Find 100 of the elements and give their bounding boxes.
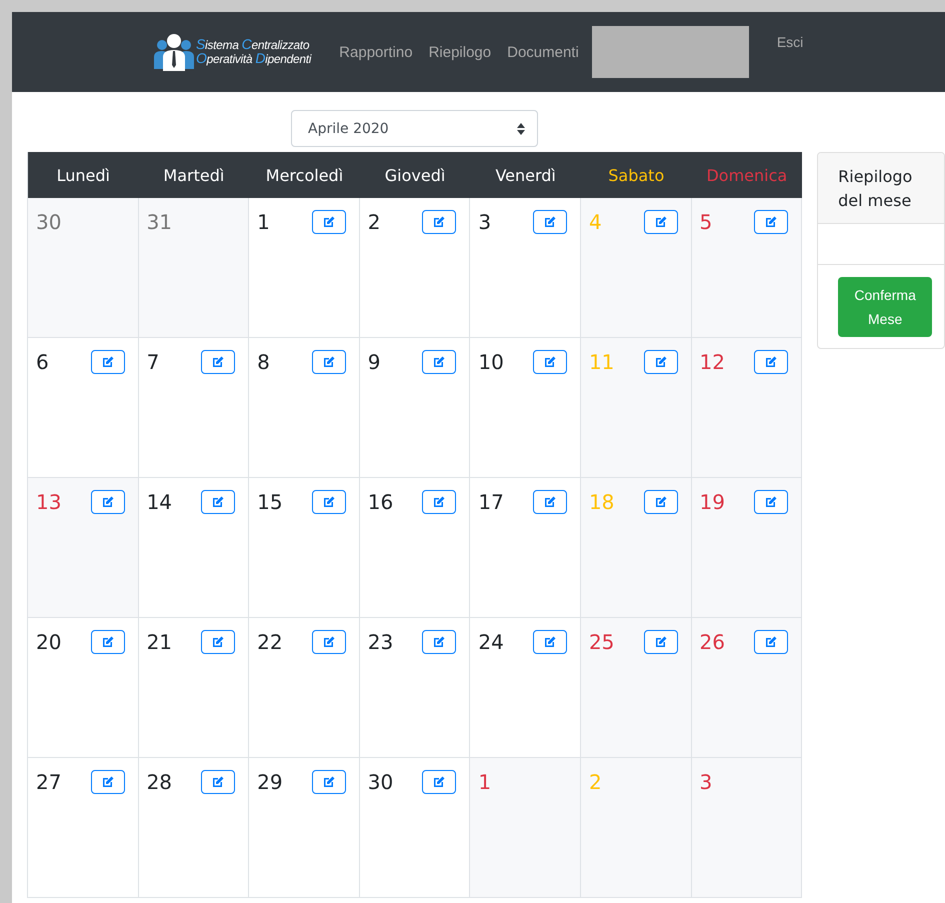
day-number: 4 <box>588 210 602 234</box>
day-number: 24 <box>478 630 504 654</box>
day-number: 31 <box>146 210 172 234</box>
day-number: 9 <box>368 350 380 374</box>
edit-button[interactable] <box>532 630 567 654</box>
day-number: 28 <box>146 770 172 794</box>
edit-icon <box>654 636 667 648</box>
edit-button[interactable] <box>422 210 456 234</box>
day-number: 3 <box>700 770 712 794</box>
edit-button[interactable] <box>422 770 456 794</box>
edit-button[interactable] <box>422 350 456 374</box>
day-number: 1 <box>478 770 492 794</box>
edit-button[interactable] <box>754 490 788 514</box>
day-number: 10 <box>478 350 504 374</box>
day-number: 6 <box>36 350 49 374</box>
edit-icon <box>212 496 224 508</box>
day-number: 30 <box>36 210 62 234</box>
day-number: 2 <box>588 770 602 794</box>
edit-icon <box>102 636 114 648</box>
edit-button[interactable] <box>201 490 236 514</box>
edit-icon <box>322 776 335 788</box>
day-number: 21 <box>146 630 172 654</box>
confirm-month-button[interactable]: Conferma Mese <box>838 277 932 337</box>
edit-button[interactable] <box>312 350 346 374</box>
day-number: 11 <box>588 350 614 374</box>
day-number: 15 <box>257 490 283 514</box>
edit-button[interactable] <box>201 350 236 374</box>
edit-icon <box>102 496 114 508</box>
edit-button[interactable] <box>90 770 125 794</box>
app-name: Sistema Centralizzato Operatività Dipendenti <box>196 38 312 66</box>
edit-button[interactable] <box>754 350 788 374</box>
logout-link[interactable]: Esci <box>776 34 804 50</box>
edit-button[interactable] <box>201 630 236 654</box>
edit-button[interactable] <box>422 630 456 654</box>
day-number: 2 <box>368 210 380 234</box>
sort-caret-icon <box>517 122 525 134</box>
day-number: 13 <box>36 490 62 514</box>
day-number: 7 <box>146 350 160 374</box>
day-number: 8 <box>257 350 270 374</box>
edit-button[interactable] <box>644 350 678 374</box>
edit-button[interactable] <box>644 210 678 234</box>
weekday-header: Lunedì <box>28 152 139 198</box>
edit-icon <box>654 496 667 508</box>
day-number: 30 <box>368 770 394 794</box>
weekday-header: Domenica <box>692 152 802 198</box>
day-number: 19 <box>700 490 725 514</box>
edit-icon <box>212 356 224 368</box>
edit-icon <box>765 356 778 368</box>
edit-button[interactable] <box>312 770 346 794</box>
edit-button[interactable] <box>644 490 678 514</box>
weekday-header: Sabato <box>580 152 692 198</box>
edit-button[interactable] <box>532 490 567 514</box>
edit-icon <box>544 356 556 368</box>
nav-link[interactable]: Riepilogo <box>428 44 492 60</box>
edit-button[interactable] <box>532 350 567 374</box>
day-number: 25 <box>588 630 614 654</box>
edit-icon <box>212 776 224 788</box>
edit-button[interactable] <box>312 490 346 514</box>
weekday-header: Mercoledì <box>249 152 360 198</box>
people-logo-icon <box>154 33 194 71</box>
edit-icon <box>322 636 335 648</box>
edit-icon <box>765 636 778 648</box>
nav-link[interactable]: Rapportino <box>339 44 413 60</box>
edit-icon <box>102 776 114 788</box>
edit-icon <box>322 496 335 508</box>
day-number: 26 <box>700 630 725 654</box>
day-number: 1 <box>257 210 270 234</box>
day-number: 29 <box>257 770 283 794</box>
nav-link[interactable]: Documenti <box>507 44 579 60</box>
edit-button[interactable] <box>644 630 678 654</box>
edit-icon <box>322 216 335 228</box>
day-number: 27 <box>36 770 62 794</box>
edit-button[interactable] <box>90 630 125 654</box>
weekday-header: Venerdì <box>470 152 581 198</box>
edit-icon <box>765 496 778 508</box>
day-number: 17 <box>478 490 504 514</box>
edit-icon <box>544 636 556 648</box>
edit-button[interactable] <box>754 210 788 234</box>
edit-button[interactable] <box>754 630 788 654</box>
edit-icon <box>322 356 335 368</box>
day-number: 3 <box>478 210 492 234</box>
edit-icon <box>433 636 446 648</box>
day-number: 5 <box>700 210 712 234</box>
edit-button[interactable] <box>422 490 456 514</box>
edit-button[interactable] <box>532 210 567 234</box>
month-select[interactable]: Aprile 2020 <box>291 110 538 147</box>
day-number: 23 <box>368 630 394 654</box>
edit-icon <box>544 496 556 508</box>
weekday-header: Martedì <box>138 152 250 198</box>
day-number: 14 <box>146 490 172 514</box>
edit-icon <box>212 636 224 648</box>
edit-icon <box>433 356 446 368</box>
edit-button[interactable] <box>201 770 236 794</box>
day-number: 18 <box>588 490 614 514</box>
edit-button[interactable] <box>90 350 125 374</box>
edit-button[interactable] <box>312 630 346 654</box>
edit-button[interactable] <box>90 490 125 514</box>
edit-button[interactable] <box>312 210 346 234</box>
edit-icon <box>765 216 778 228</box>
edit-icon <box>433 776 446 788</box>
